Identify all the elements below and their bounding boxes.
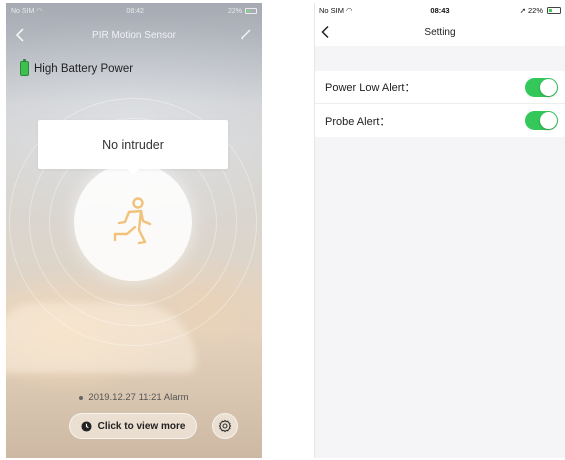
status-bubble: No intruder [38,120,228,175]
status-bar: No SIM ◠ 08:42 22% [6,3,262,19]
battery-label: High Battery Power [34,62,134,75]
battery-icon [20,59,29,76]
page-title: PIR Motion Sensor [92,29,176,41]
intruder-status: No intruder [102,137,164,152]
setting-screen: 08:43 No SIM ◠ ➚ 22% Setting Power Low A… [314,3,565,458]
back-icon[interactable] [14,26,28,44]
alarm-timestamp: 2019.12.27 11:21 Alarm [88,392,189,403]
view-more-button[interactable]: Click to view more [69,413,197,439]
status-bar: 08:43 No SIM ◠ ➚ 22% [315,3,565,18]
view-more-label: Click to view more [97,420,186,432]
settings-list: Power Low Alert： Probe Alert： [315,71,565,137]
wifi-icon: ◠ [36,8,43,15]
edit-icon[interactable] [240,28,252,40]
pir-sensor-screen: No SIM ◠ 08:42 22% PIR Motion Sensor Hig… [6,3,262,458]
back-icon[interactable] [320,24,332,40]
setting-label: Power Low Alert： [325,82,416,94]
probe-alert-toggle[interactable] [525,111,558,130]
power-low-alert-toggle[interactable] [525,77,558,97]
clock-icon [81,420,92,432]
battery-status-icon [244,8,257,14]
battery-status-icon [547,7,561,14]
setting-power-low-alert: Power Low Alert： [315,71,565,104]
nav-bar: PIR Motion Sensor [6,21,262,49]
setting-probe-alert: Probe Alert： [315,104,565,137]
carrier-label: No SIM [319,6,345,15]
setting-label: Probe Alert： [325,115,391,128]
running-person-icon [113,197,152,245]
gear-icon [218,419,232,433]
location-icon: ➚ [519,6,526,15]
battery-percent: 22% [227,7,242,15]
status-left: No SIM ◠ [319,6,353,15]
battery-status: High Battery Power [20,59,134,76]
nav-bar: Setting [315,18,565,46]
carrier-label: No SIM ◠ [11,8,43,15]
status-right: ➚ 22% [520,6,561,15]
motion-indicator [74,163,192,281]
last-alarm: 2019.12.27 11:21 Alarm [6,392,262,403]
status-right: 22% [228,8,257,15]
bullet-dot [79,395,84,400]
page-title: Setting [424,26,456,38]
wifi-icon: ◠ [346,6,353,15]
settings-button[interactable] [212,413,238,439]
battery-percent: 22% [527,6,543,15]
status-time: 08:42 [126,7,144,15]
